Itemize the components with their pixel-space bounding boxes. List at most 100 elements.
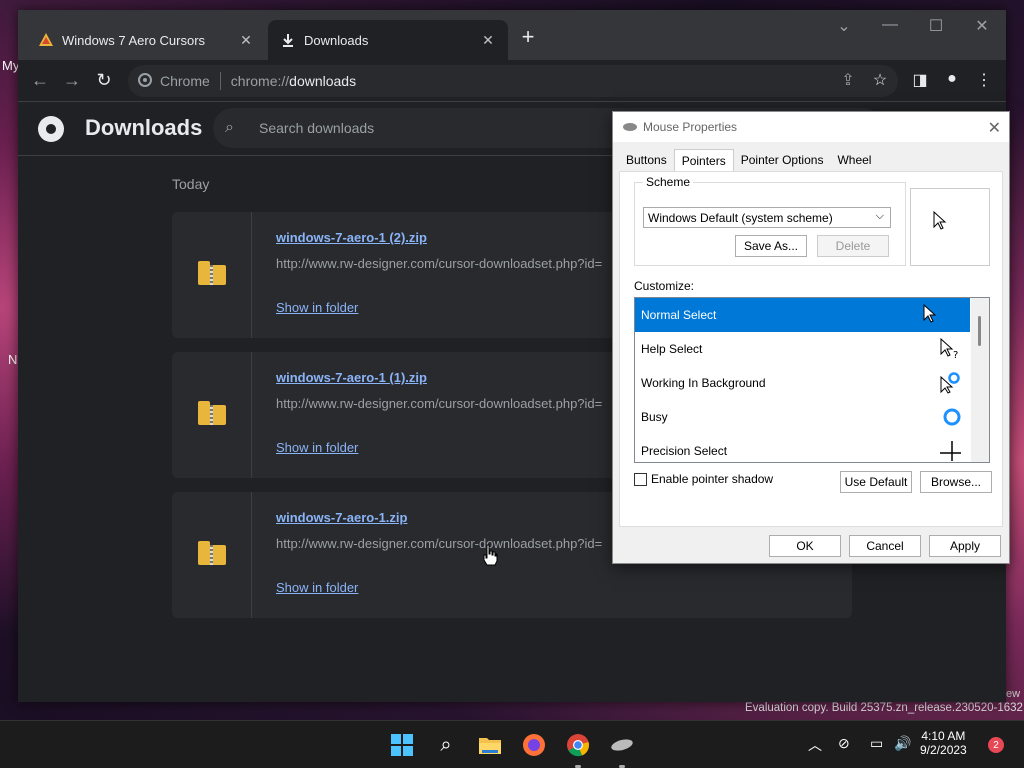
zip-file-icon <box>197 401 226 425</box>
busy-cursor-icon <box>943 408 961 426</box>
display-icon[interactable]: ▭ <box>870 735 883 752</box>
menu-icon[interactable]: ⋮ <box>972 70 996 90</box>
profile-icon[interactable]: ● <box>940 70 964 88</box>
list-item[interactable]: Normal Select <box>635 298 970 332</box>
new-tab-button[interactable]: + <box>516 24 540 50</box>
volume-icon[interactable]: 🔊 <box>894 735 911 752</box>
show-in-folder-link[interactable]: Show in folder <box>276 580 358 595</box>
tab-buttons[interactable]: Buttons <box>619 149 674 171</box>
chrome-icon[interactable] <box>564 731 592 759</box>
dialog-title: Mouse Properties <box>643 120 738 134</box>
scheme-label: Scheme <box>643 175 694 189</box>
show-in-folder-link[interactable]: Show in folder <box>276 440 358 455</box>
taskbar: ⌕ ︿ ⊘ ▭ 🔊 4:10 AM 9/2/2023 2 <box>0 720 1024 768</box>
pointer-list[interactable]: Normal Select Help Select ? Working In B… <box>634 297 990 463</box>
checkbox-label: Enable pointer shadow <box>651 472 774 486</box>
back-icon[interactable]: ← <box>28 70 52 91</box>
mouse-icon[interactable] <box>608 731 636 759</box>
tab-title: Downloads <box>304 32 369 48</box>
pointers-panel: Scheme Windows Default (system scheme) ⌵… <box>619 171 1003 527</box>
tab-pointer-options[interactable]: Pointer Options <box>734 149 831 171</box>
notification-badge[interactable]: 2 <box>988 737 1004 753</box>
mouse-properties-dialog: Mouse Properties ✕ Buttons Pointers Poin… <box>612 111 1010 564</box>
scheme-group: Scheme Windows Default (system scheme) ⌵… <box>634 175 906 266</box>
list-item[interactable]: Working In Background <box>635 366 989 400</box>
chrome-site-icon <box>138 72 152 90</box>
chevron-down-icon: ⌵ <box>875 210 884 222</box>
scheme-value: Windows Default (system scheme) <box>648 210 833 225</box>
cancel-button[interactable]: Cancel <box>849 535 921 557</box>
pointer-shadow-checkbox[interactable]: Enable pointer shadow <box>634 472 773 486</box>
star-icon[interactable]: ☆ <box>868 70 892 90</box>
zip-file-icon <box>197 541 226 565</box>
delete-button[interactable]: Delete <box>817 235 889 257</box>
pointer-name: Working In Background <box>641 376 766 390</box>
pointer-name: Help Select <box>641 342 703 356</box>
tab-downloads[interactable]: Downloads ✕ <box>268 20 508 60</box>
search-placeholder: Search downloads <box>259 120 375 136</box>
save-as-button[interactable]: Save As... <box>735 235 807 257</box>
tab-windows-7-aero-cursors[interactable]: Windows 7 Aero Cursors ✕ <box>26 20 266 60</box>
network-icon[interactable]: ⊘ <box>838 735 850 752</box>
arrow-cursor-icon <box>923 304 937 323</box>
show-hidden-icons-button[interactable]: ︿ <box>808 735 822 755</box>
firefox-icon[interactable] <box>520 731 548 759</box>
maximize-button[interactable]: ☐ <box>913 16 959 36</box>
start-icon[interactable] <box>388 731 416 759</box>
mouse-icon <box>623 123 637 131</box>
pointer-name: Precision Select <box>641 444 728 458</box>
minimize-button[interactable]: — <box>867 16 913 34</box>
svg-text:?: ? <box>953 350 958 360</box>
tab-wheel[interactable]: Wheel <box>830 149 878 171</box>
help-cursor-icon: ? <box>940 338 958 360</box>
close-window-button[interactable]: ✕ <box>959 16 1005 36</box>
search-icon: ⌕ <box>225 119 234 136</box>
download-file-link[interactable]: windows-7-aero-1 (1).zip <box>276 370 427 385</box>
file-explorer-icon[interactable] <box>476 731 504 759</box>
section-date: Today <box>172 176 210 192</box>
url-scheme: chrome:// <box>230 73 290 89</box>
close-tab-icon[interactable]: ✕ <box>238 32 254 49</box>
site-label: Chrome <box>160 73 210 89</box>
list-item[interactable]: Precision Select <box>635 434 989 462</box>
url-host: downloads <box>289 73 357 89</box>
clock[interactable]: 4:10 AM 9/2/2023 <box>920 729 967 757</box>
tab-strip: Windows 7 Aero Cursors ✕ Downloads ✕ + ⌄… <box>18 10 1006 60</box>
pointer-name: Normal Select <box>641 308 717 322</box>
download-file-link[interactable]: windows-7-aero-1.zip <box>276 510 407 525</box>
search-icon[interactable]: ⌕ <box>432 731 460 759</box>
close-icon[interactable]: ✕ <box>988 118 1001 138</box>
evaluation-watermark: Evaluation copy. Build 25375.zn_release.… <box>745 702 1023 714</box>
dialog-tabs: Buttons Pointers Pointer Options Wheel <box>619 149 878 171</box>
scheme-select[interactable]: Windows Default (system scheme) ⌵ <box>643 207 891 228</box>
show-in-folder-link[interactable]: Show in folder <box>276 300 358 315</box>
ok-button[interactable]: OK <box>769 535 841 557</box>
desktop-label-fragment: N <box>8 352 18 367</box>
pointer-preview <box>910 188 990 266</box>
list-item[interactable]: Help Select ? <box>635 332 989 366</box>
browse-button[interactable]: Browse... <box>920 471 992 493</box>
apply-button[interactable]: Apply <box>929 535 1001 557</box>
forward-icon[interactable]: → <box>60 70 84 91</box>
tab-pointers[interactable]: Pointers <box>673 149 734 171</box>
download-file-link[interactable]: windows-7-aero-1 (2).zip <box>276 230 427 245</box>
clock-date: 9/2/2023 <box>920 743 967 757</box>
use-default-button[interactable]: Use Default <box>840 471 912 493</box>
list-item[interactable]: Busy <box>635 400 989 434</box>
side-panel-icon[interactable]: ◨ <box>908 70 932 90</box>
site-favicon-icon <box>38 32 54 48</box>
tab-search-icon[interactable]: ⌄ <box>821 16 867 36</box>
dialog-titlebar: Mouse Properties <box>613 112 1009 142</box>
close-tab-icon[interactable]: ✕ <box>480 32 496 49</box>
arrow-cursor-icon <box>933 211 947 230</box>
list-scrollbar[interactable] <box>971 298 989 462</box>
working-cursor-icon <box>940 372 960 394</box>
pointer-name: Busy <box>641 410 668 424</box>
desktop-label-fragment: My <box>2 58 20 73</box>
desktop-label-fragment: ew <box>1006 688 1021 700</box>
customize-label: Customize: <box>634 279 695 293</box>
reload-icon[interactable]: ↻ <box>92 70 116 91</box>
share-icon[interactable]: ⇪ <box>836 70 860 90</box>
address-bar[interactable]: Chrome chrome:// downloads <box>128 65 898 97</box>
crosshair-cursor-icon <box>940 441 961 461</box>
